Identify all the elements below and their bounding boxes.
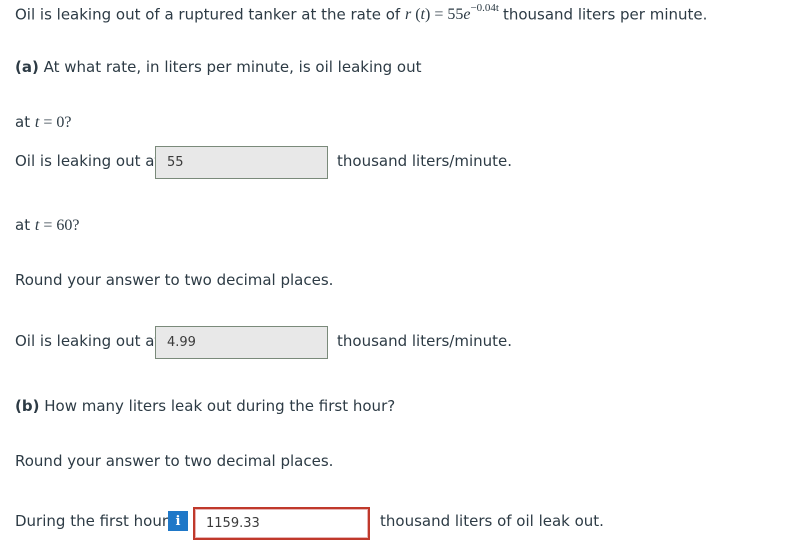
answer2-prefix: Oil is leaking out at xyxy=(15,332,161,350)
part-a-q1: at t = 0? xyxy=(15,113,72,131)
answer1-prefix: Oil is leaking out at xyxy=(15,152,161,170)
intro-prefix: Oil is leaking out of a ruptured tanker … xyxy=(15,5,401,24)
part-a-q2: at t = 60? xyxy=(15,216,80,234)
info-icon[interactable]: i xyxy=(168,511,188,531)
part-b-question: (b) How many liters leak out during the … xyxy=(15,397,395,415)
intro-suffix: thousand liters per minute. xyxy=(502,5,708,24)
answer3-prefix: During the first hour xyxy=(15,512,169,530)
part-a-round-note: Round your answer to two decimal places. xyxy=(15,271,334,289)
answer2-input[interactable]: 4.99 xyxy=(155,326,328,359)
part-a-label: (a) xyxy=(15,58,39,76)
answer3-input[interactable]: 1159.33 xyxy=(193,507,370,540)
part-a-question-text: At what rate, in liters per minute, is o… xyxy=(43,58,422,76)
rate-formula: r (t) = 55e−0.04t xyxy=(404,2,499,24)
answer2-suffix: thousand liters/minute. xyxy=(337,332,513,350)
part-b-question-text: How many liters leak out during the firs… xyxy=(44,397,396,415)
answer1-suffix: thousand liters/minute. xyxy=(337,152,513,170)
answer3-suffix: thousand liters of oil leak out. xyxy=(380,512,604,530)
answer1-input[interactable]: 55 xyxy=(155,146,328,179)
part-a-question: (a) At what rate, in liters per minute, … xyxy=(15,58,422,76)
part-b-round-note: Round your answer to two decimal places. xyxy=(15,452,334,470)
part-b-label: (b) xyxy=(15,397,40,415)
problem-statement: Oil is leaking out of a ruptured tanker … xyxy=(15,2,708,24)
